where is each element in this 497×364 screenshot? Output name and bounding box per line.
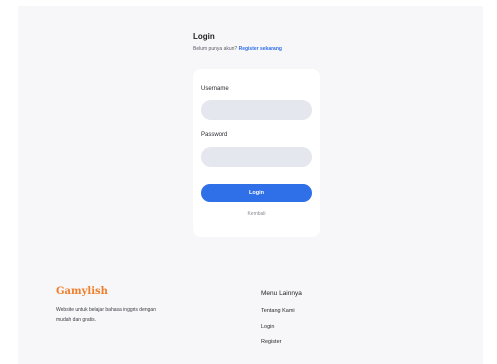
login-card: Username Password Login Kembali [193, 69, 320, 237]
password-input[interactable] [201, 147, 312, 167]
password-label: Password [201, 132, 228, 138]
footer-menu: Tentang Kami Login Register [261, 308, 295, 355]
page-background: Login Belum punya akun? Register sekaran… [18, 6, 483, 364]
username-input[interactable] [201, 100, 312, 120]
footer-brand-logo: Gamylish [56, 286, 108, 297]
back-link[interactable]: Kembali [193, 211, 320, 217]
footer-menu-item-tentang-kami[interactable]: Tentang Kami [261, 308, 295, 324]
footer-menu-item-register[interactable]: Register [261, 339, 295, 355]
register-prompt: Belum punya akun? Register sekarang [193, 46, 282, 52]
login-button[interactable]: Login [201, 184, 312, 202]
page-title: Login [193, 32, 215, 41]
register-prompt-text: Belum punya akun? [193, 46, 238, 52]
username-label: Username [201, 86, 229, 92]
register-link[interactable]: Register sekarang [239, 46, 282, 52]
footer-menu-item-login[interactable]: Login [261, 324, 295, 340]
footer-menu-title: Menu Lainnya [261, 290, 302, 297]
footer-description: Website untuk belajar bahasa inggris den… [56, 307, 156, 323]
login-header: Login Belum punya akun? Register sekaran… [193, 32, 282, 52]
